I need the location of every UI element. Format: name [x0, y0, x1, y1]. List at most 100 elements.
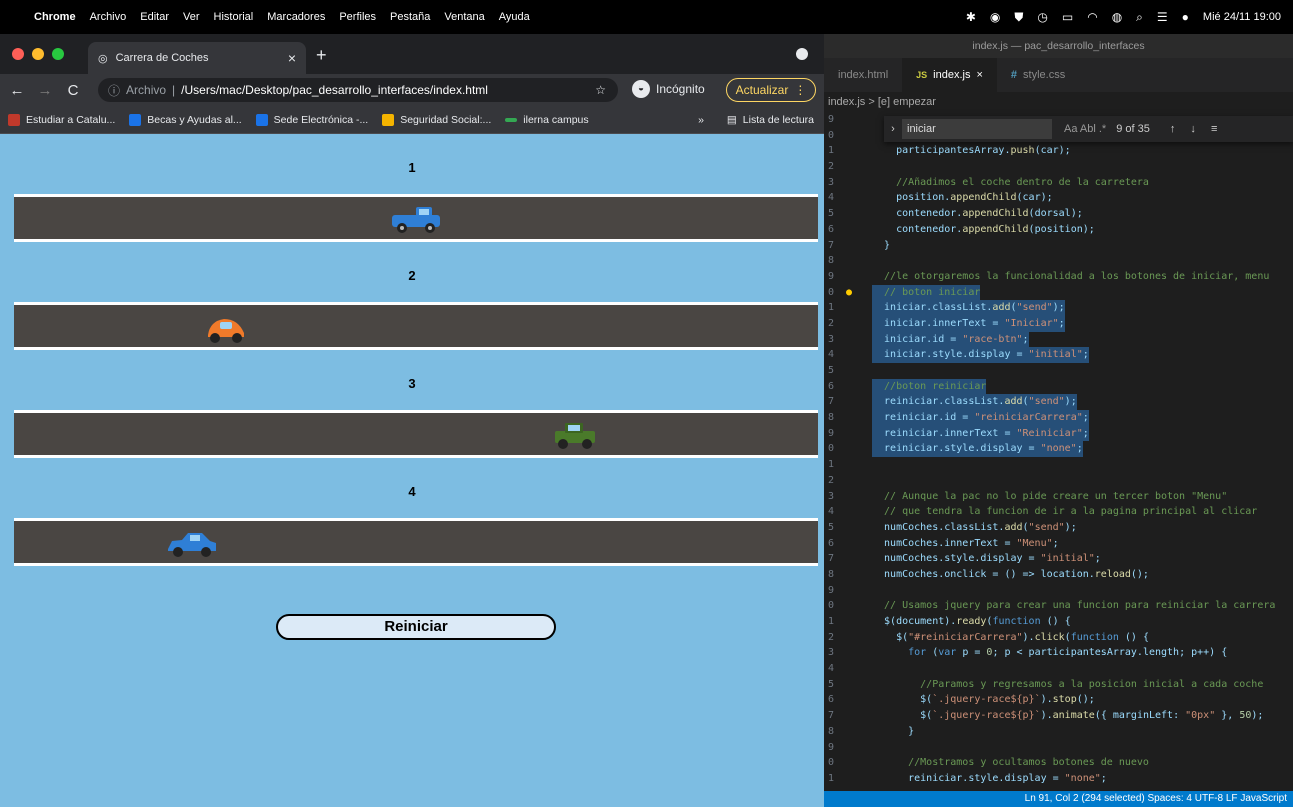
find-input[interactable]: iniciar — [902, 119, 1052, 139]
code-line[interactable]: 3 // Aunque la pac no lo pide creare un … — [824, 489, 1293, 505]
shield-icon[interactable]: ⛊ — [1014, 10, 1023, 25]
menu-pestana[interactable]: Pestaña — [390, 11, 430, 23]
code-line[interactable]: 6 numCoches.innerText = "Menu"; — [824, 536, 1293, 552]
reading-list-button[interactable]: ▤ Lista de lectura — [727, 114, 814, 126]
code-line[interactable]: 6 contenedor.appendChild(position); — [824, 222, 1293, 238]
reset-race-button[interactable]: Reiniciar — [276, 614, 556, 640]
info-icon[interactable]: ⓘ — [108, 82, 120, 99]
menu-ayuda[interactable]: Ayuda — [499, 11, 530, 23]
tab-search-icon[interactable] — [796, 48, 808, 60]
bookmark-star-icon[interactable]: ☆ — [595, 83, 606, 97]
close-tab-icon[interactable]: × — [288, 50, 296, 66]
bookmark-ilerna[interactable]: ilerna campus — [505, 114, 589, 126]
breadcrumb[interactable]: index.js > [e] empezar — [824, 92, 1293, 112]
record-icon[interactable]: ◉ — [990, 10, 1000, 24]
code-line[interactable]: 2 — [824, 159, 1293, 175]
code-line[interactable]: 9 reiniciar.innerText = "Reiniciar"; — [824, 425, 1293, 442]
code-line[interactable]: 9 — [824, 740, 1293, 756]
user-icon[interactable]: ◍ — [1112, 10, 1122, 24]
bookmark-sede[interactable]: Sede Electrónica -... — [255, 113, 368, 126]
status-bar[interactable]: Ln 91, Col 2 (294 selected) Spaces: 4 UT… — [824, 791, 1293, 807]
bookmark-seguridad-social[interactable]: Seguridad Social:... — [382, 113, 491, 126]
bookmark-becas[interactable]: Becas y Ayudas al... — [129, 113, 242, 126]
find-navigation-icons[interactable]: ↑ ↓ ≡ — [1170, 123, 1224, 135]
maximize-window-button[interactable] — [52, 48, 64, 60]
close-window-button[interactable] — [12, 48, 24, 60]
back-arrow-icon[interactable]: ← — [6, 82, 28, 99]
bookmarks-overflow-button[interactable]: » — [698, 114, 704, 126]
code-line[interactable]: 8 } — [824, 724, 1293, 740]
code-line[interactable]: 7 numCoches.style.display = "initial"; — [824, 551, 1293, 567]
code-line[interactable]: 2 — [824, 473, 1293, 489]
menu-perfiles[interactable]: Perfiles — [339, 11, 376, 23]
code-text: // Aunque la pac no lo pide creare un te… — [872, 490, 1228, 502]
code-line[interactable]: 8 numCoches.onclick = () => location.rel… — [824, 567, 1293, 583]
menu-editar[interactable]: Editar — [140, 11, 169, 23]
code-line[interactable]: 7 } — [824, 238, 1293, 254]
minimize-window-button[interactable] — [32, 48, 44, 60]
wifi-icon[interactable]: ◠ — [1087, 10, 1097, 24]
code-line[interactable]: 7 $(`.jquery-race${p}`).animate({ margin… — [824, 708, 1293, 724]
code-line[interactable]: 3 //Añadimos el coche dentro de la carre… — [824, 175, 1293, 191]
menu-ventana[interactable]: Ventana — [444, 11, 484, 23]
code-line[interactable]: 0 reiniciar.style.display = "none"; — [824, 441, 1293, 458]
code-line[interactable]: 0 ● // boton iniciar — [824, 284, 1293, 301]
menu-app-name[interactable]: Chrome — [34, 11, 76, 23]
code-line[interactable]: 3 for (var p = 0; p < participantesArray… — [824, 645, 1293, 661]
new-tab-icon[interactable]: + — [316, 45, 327, 66]
code-line[interactable]: 9 — [824, 583, 1293, 599]
code-line[interactable]: 4 // que tendra la funcion de ir a la pa… — [824, 504, 1293, 520]
toggle-replace-icon[interactable]: › — [884, 123, 902, 135]
update-button[interactable]: Actualizar ⋮ — [726, 78, 816, 102]
bookmark-estudiar[interactable]: Estudiar a Catalu... — [8, 113, 115, 126]
code-line[interactable]: 0 //Mostramos y ocultamos botones de nue… — [824, 755, 1293, 771]
code-line[interactable]: 4 position.appendChild(car); — [824, 190, 1293, 206]
code-editor[interactable]: 9 car.src = 0 car.nombre1 participantesA… — [824, 112, 1293, 792]
code-line[interactable]: 0 // Usamos jquery para crear una funcio… — [824, 598, 1293, 614]
tab-index-html[interactable]: index.html — [824, 58, 902, 92]
code-line[interactable]: 1 iniciar.classList.add("send"); — [824, 300, 1293, 316]
code-line[interactable]: 5 numCoches.classList.add("send"); — [824, 520, 1293, 536]
forward-arrow-icon[interactable]: → — [34, 82, 56, 99]
code-line[interactable]: 5 //Paramos y regresamos a la posicion i… — [824, 677, 1293, 693]
code-line[interactable]: 7 reiniciar.classList.add("send"); — [824, 394, 1293, 411]
find-options[interactable]: Aa Abl .* — [1064, 123, 1106, 135]
code-line[interactable]: 6 $(`.jquery-race${p}`).stop(); — [824, 692, 1293, 708]
menu-archivo[interactable]: Archivo — [90, 11, 127, 23]
gutter — [846, 175, 872, 191]
menu-marcadores[interactable]: Marcadores — [267, 11, 325, 23]
tab-style-css[interactable]: # style.css — [997, 58, 1079, 92]
code-line[interactable]: 4 — [824, 661, 1293, 677]
code-line[interactable]: 9 //le otorgaremos la funcionalidad a lo… — [824, 269, 1293, 285]
browser-tab[interactable]: ◎ Carrera de Coches × — [88, 42, 306, 74]
code-line[interactable]: 1 — [824, 457, 1293, 473]
clock-icon[interactable]: ◷ — [1037, 10, 1047, 24]
code-line[interactable]: 6 //boton reiniciar — [824, 378, 1293, 395]
menubar-clock[interactable]: Mié 24/11 19:00 — [1203, 11, 1281, 23]
address-bar[interactable]: ⓘ Archivo | /Users/mac/Desktop/pac_desar… — [98, 78, 618, 102]
code-line[interactable]: 5 — [824, 363, 1293, 379]
code-line[interactable]: 1 $(document).ready(function () { — [824, 614, 1293, 630]
code-line[interactable]: 1 reiniciar.style.display = "none"; — [824, 771, 1293, 787]
tab-index-js[interactable]: JS index.js × — [902, 58, 997, 92]
code-line[interactable]: 2 $("#reiniciarCarrera").click(function … — [824, 630, 1293, 646]
code-line[interactable]: 5 contenedor.appendChild(dorsal); — [824, 206, 1293, 222]
bluetooth-icon[interactable]: ✱ — [966, 10, 976, 24]
siri-icon[interactable]: ● — [1182, 10, 1189, 24]
control-center-icon[interactable]: ☰ — [1157, 10, 1168, 24]
menu-ver[interactable]: Ver — [183, 11, 200, 23]
reload-icon[interactable]: C — [62, 82, 84, 99]
code-line[interactable]: 8 — [824, 253, 1293, 269]
address-separator: | — [172, 83, 176, 97]
close-tab-icon[interactable]: × — [976, 69, 982, 81]
code-line[interactable]: 4 iniciar.style.display = "initial"; — [824, 347, 1293, 363]
incognito-indicator[interactable]: ◒ Incógnito — [632, 80, 705, 98]
lightbulb-icon[interactable]: ● — [846, 287, 852, 298]
code-line[interactable]: 2 iniciar.innerText = "Iniciar"; — [824, 315, 1293, 332]
search-icon[interactable]: ⌕ — [1136, 10, 1143, 25]
menu-historial[interactable]: Historial — [214, 11, 254, 23]
code-line[interactable]: 8 reiniciar.id = "reiniciarCarrera"; — [824, 410, 1293, 426]
battery-icon[interactable]: ▭ — [1062, 10, 1073, 24]
code-line[interactable]: 1 participantesArray.push(car); — [824, 143, 1293, 159]
code-line[interactable]: 3 iniciar.id = "race-btn"; — [824, 331, 1293, 348]
